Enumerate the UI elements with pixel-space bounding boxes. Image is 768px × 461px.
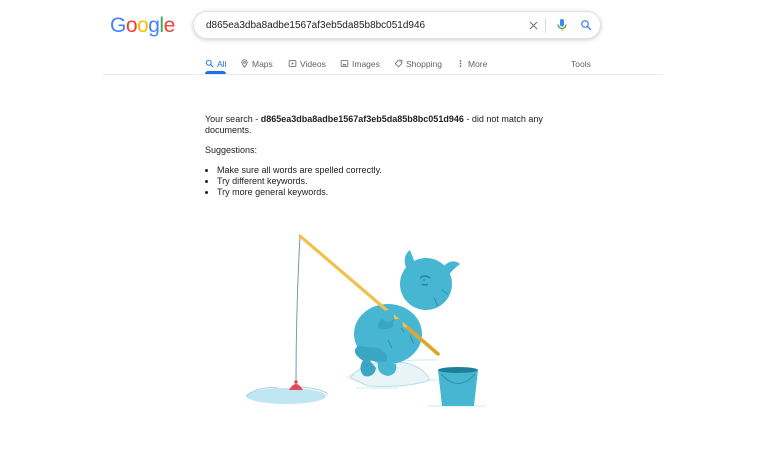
tab-label: Maps	[252, 58, 273, 69]
bobber	[289, 384, 303, 390]
logo-letter: e	[163, 14, 176, 37]
search-icon	[205, 59, 214, 68]
tab-maps[interactable]: Maps	[240, 55, 273, 72]
tab-videos[interactable]: Videos	[288, 55, 326, 72]
logo-letter: o	[137, 14, 149, 37]
tab-more[interactable]: More	[456, 55, 487, 72]
tools-label: Tools	[571, 58, 591, 69]
close-icon[interactable]	[525, 17, 541, 33]
suggestion-item: Try different keywords.	[217, 176, 575, 187]
search-input[interactable]	[206, 16, 506, 34]
no-match-text: Your search - d865ea3dba8adbe1567af3eb5d…	[205, 114, 575, 136]
logo-letter: g	[148, 14, 160, 37]
map-pin-icon	[241, 59, 248, 68]
tab-label: More	[468, 58, 488, 69]
tabs-divider	[103, 74, 663, 75]
no-match-query: d865ea3dba8adbe1567af3eb5da85b8bc051d946	[260, 114, 464, 124]
fishing-line	[295, 235, 301, 387]
microphone-icon[interactable]	[554, 17, 570, 33]
suggestions-list: Make sure all words are spelled correctl…	[205, 165, 575, 198]
tab-all[interactable]: All	[205, 55, 226, 72]
tools-button[interactable]: Tools	[571, 55, 591, 72]
logo-letter: G	[110, 14, 126, 37]
play-icon	[288, 60, 297, 67]
tab-label: Images	[352, 58, 380, 69]
google-logo[interactable]: Google	[110, 14, 175, 38]
search-box-divider	[545, 18, 546, 33]
tag-icon	[394, 59, 403, 68]
tab-label: All	[217, 58, 227, 69]
tab-images[interactable]: Images	[340, 55, 380, 72]
tab-label: Videos	[300, 58, 326, 69]
ice-hole	[246, 388, 326, 404]
tab-shopping[interactable]: Shopping	[394, 55, 442, 72]
suggestion-item: Try more general keywords.	[217, 187, 575, 198]
logo-letter: o	[125, 14, 138, 37]
search-icon[interactable]	[578, 17, 594, 33]
more-vert-icon	[459, 60, 462, 67]
no-results-message: Your search - d865ea3dba8adbe1567af3eb5d…	[205, 114, 575, 198]
bucket-icon	[438, 367, 478, 406]
image-icon	[340, 60, 349, 67]
suggestions-title: Suggestions:	[205, 145, 258, 155]
search-box	[193, 11, 601, 39]
no-match-prefix: Your search -	[205, 114, 261, 124]
fishing-creature-illustration	[245, 234, 486, 407]
suggestion-item: Make sure all words are spelled correctl…	[217, 165, 575, 176]
tab-label: Shopping	[406, 58, 442, 69]
